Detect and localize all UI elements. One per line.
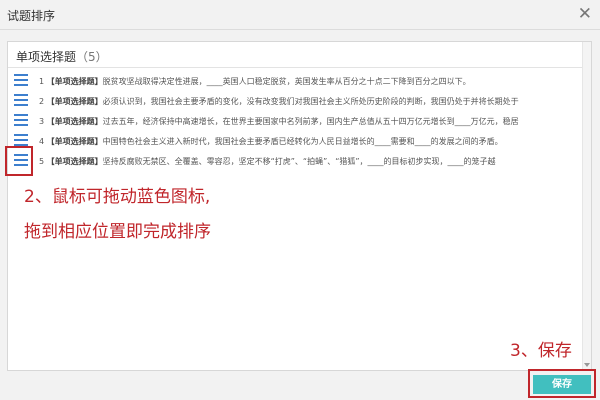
question-type-tag: 【单项选择题】 <box>46 157 103 166</box>
annotation-step3: 3、保存 <box>510 341 572 361</box>
dialog-title: 试题排序 <box>7 9 56 23</box>
section-count: （5） <box>76 50 108 64</box>
section-title: 单项选择题（5） <box>16 48 108 65</box>
drag-handle-icon[interactable] <box>14 114 28 127</box>
question-text: 5 【单项选择题】坚持反腐败无禁区、全覆盖、零容忍，坚定不移“打虎”、“拍蝇”、… <box>39 156 496 167</box>
question-number: 4 <box>39 137 45 146</box>
question-row[interactable]: 5 【单项选择题】坚持反腐败无禁区、全覆盖、零容忍，坚定不移“打虎”、“拍蝇”、… <box>8 152 583 172</box>
section-title-label: 单项选择题 <box>16 50 77 64</box>
close-icon[interactable]: ✕ <box>578 4 592 24</box>
drag-handle-highlight <box>5 146 33 176</box>
save-button[interactable]: 保存 <box>533 375 591 394</box>
question-type-tag: 【单项选择题】 <box>46 117 103 126</box>
dialog-title-bar: 试题排序 ✕ <box>0 0 600 30</box>
drag-handle-icon[interactable] <box>14 74 28 87</box>
question-row[interactable]: 2 【单项选择题】必须认识到，我国社会主要矛盾的变化，没有改变我们对我国社会主义… <box>8 92 583 112</box>
drag-handle-icon[interactable] <box>14 94 28 107</box>
question-content: 过去五年，经济保持中高速增长，在世界主要国家中名列前茅，国内生产总值从五十四万亿… <box>102 117 519 126</box>
question-type-tag: 【单项选择题】 <box>46 97 103 106</box>
scroll-down-arrow-icon[interactable] <box>584 363 590 367</box>
scrollbar[interactable] <box>582 42 591 370</box>
question-type-tag: 【单项选择题】 <box>46 137 103 146</box>
question-text: 2 【单项选择题】必须认识到，我国社会主要矛盾的变化，没有改变我们对我国社会主义… <box>39 96 519 107</box>
question-number: 5 <box>39 157 45 166</box>
question-text: 1 【单项选择题】脱贫攻坚战取得决定性进展，____英国人口稳定脱贫，英国发生率… <box>39 76 471 87</box>
question-number: 3 <box>39 117 45 126</box>
question-text: 3 【单项选择题】过去五年，经济保持中高速增长，在世界主要国家中名列前茅，国内生… <box>39 116 519 127</box>
question-content: 脱贫攻坚战取得决定性进展，____英国人口稳定脱贫，英国发生率从百分之十点二下降… <box>102 77 471 86</box>
section-header: 单项选择题（5） <box>8 42 591 68</box>
question-row[interactable]: 3 【单项选择题】过去五年，经济保持中高速增长，在世界主要国家中名列前茅，国内生… <box>8 112 583 132</box>
question-row[interactable]: 4 【单项选择题】中国特色社会主义进入新时代，我国社会主要矛盾已经转化为人民日益… <box>8 132 583 152</box>
question-content: 中国特色社会主义进入新时代，我国社会主要矛盾已经转化为人民日益增长的____需要… <box>102 137 503 146</box>
question-row[interactable]: 1 【单项选择题】脱贫攻坚战取得决定性进展，____英国人口稳定脱贫，英国发生率… <box>8 72 583 92</box>
question-number: 2 <box>39 97 45 106</box>
question-content: 坚持反腐败无禁区、全覆盖、零容忍，坚定不移“打虎”、“拍蝇”、“猎狐”，____… <box>102 157 496 166</box>
question-number: 1 <box>39 77 45 86</box>
annotation-step2-line2: 拖到相应位置即完成排序 <box>24 222 211 242</box>
annotation-step2-line1: 2、鼠标可拖动蓝色图标, <box>24 187 211 207</box>
question-type-tag: 【单项选择题】 <box>46 77 103 86</box>
question-content: 必须认识到，我国社会主要矛盾的变化，没有改变我们对我国社会主义所处历史阶段的判断… <box>102 97 519 106</box>
question-text: 4 【单项选择题】中国特色社会主义进入新时代，我国社会主要矛盾已经转化为人民日益… <box>39 136 503 147</box>
